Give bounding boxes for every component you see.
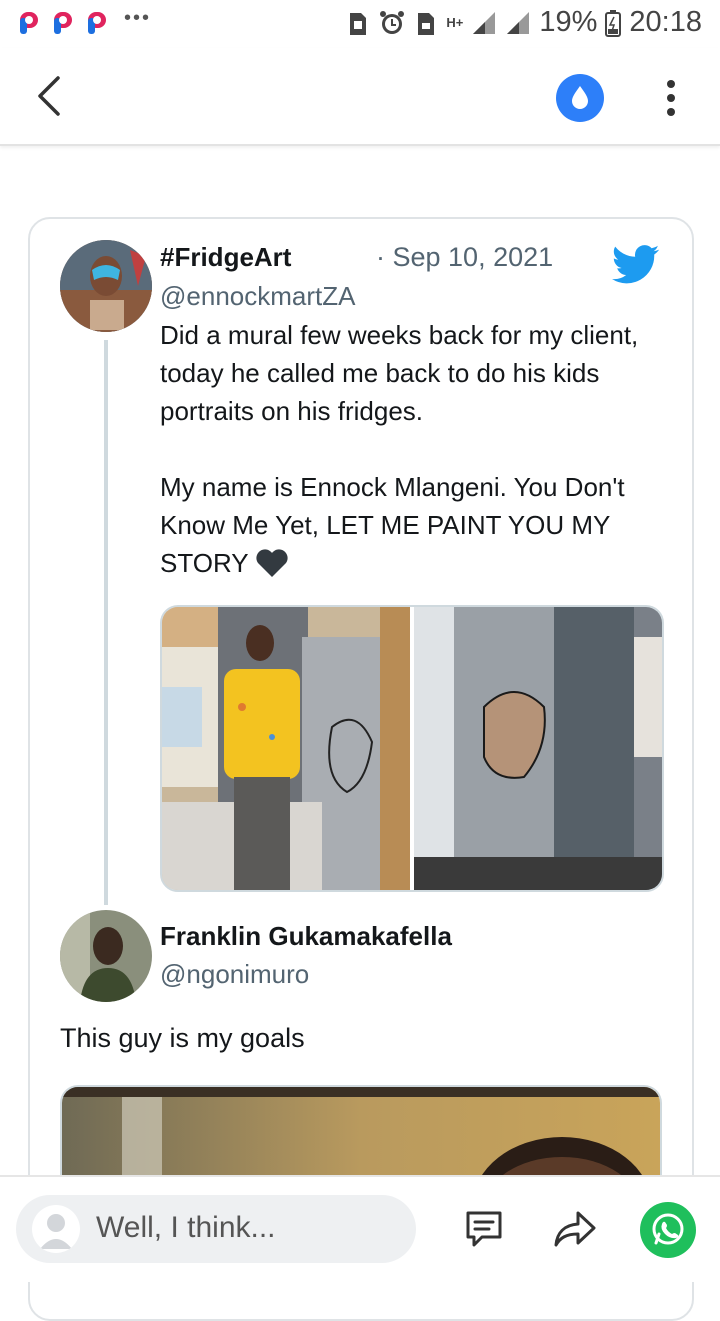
status-bar: ••• H+ 19% 20:18	[0, 0, 720, 48]
comment-input[interactable]: Well, I think...	[16, 1195, 416, 1263]
tweet-photos[interactable]	[160, 605, 664, 892]
notification-icons: •••	[18, 6, 152, 34]
chevron-left-icon	[38, 76, 60, 116]
photo-artist[interactable]	[162, 607, 410, 890]
tweet-date[interactable]: · Sep 10, 2021	[376, 242, 553, 273]
share-icon[interactable]	[552, 1207, 598, 1251]
app-notification-icon	[54, 12, 72, 34]
signal-icon-2	[507, 11, 530, 34]
app-bar	[0, 48, 720, 146]
overflow-menu-button[interactable]	[656, 74, 686, 122]
alarm-icon	[380, 10, 405, 34]
sd-card-icon	[418, 12, 435, 35]
sim-icon	[350, 12, 367, 35]
theme-button[interactable]	[556, 74, 604, 122]
comment-icon[interactable]	[462, 1207, 506, 1251]
reply-author-handle[interactable]: @ngonimuro	[160, 959, 309, 990]
app-notification-icon	[20, 12, 38, 34]
twitter-bird-icon[interactable]	[612, 245, 660, 285]
app-notification-icon	[88, 12, 106, 34]
tweet-body: Did a mural few weeks back for my client…	[160, 320, 639, 578]
reply-author-avatar-image	[60, 910, 152, 1002]
reply-text: This guy is my goals	[60, 1023, 305, 1053]
thread-connector-line	[104, 340, 108, 905]
clock: 20:18	[629, 6, 702, 38]
photo-artist-image	[162, 607, 410, 890]
author-avatar-image	[60, 240, 152, 332]
tweet-text: Did a mural few weeks back for my client…	[160, 316, 670, 582]
comment-placeholder: Well, I think...	[96, 1211, 276, 1244]
battery-percent: 19%	[539, 6, 598, 38]
reply-author-name[interactable]: Franklin Gukamakafella	[160, 921, 452, 952]
photo-fridge-image	[414, 607, 662, 890]
whatsapp-share-button[interactable]	[640, 1202, 696, 1258]
back-button[interactable]	[28, 72, 72, 120]
battery-icon	[605, 9, 622, 37]
author-name[interactable]: #FridgeArt	[160, 242, 291, 273]
author-avatar[interactable]	[60, 240, 152, 332]
black-heart-icon	[256, 549, 288, 577]
more-vert-icon	[667, 80, 675, 116]
reply-author-avatar[interactable]	[60, 910, 152, 1002]
author-handle[interactable]: @ennockmartZA	[160, 281, 355, 312]
system-icons: H+ 19% 20:18	[346, 6, 702, 39]
more-notifications-icon: •••	[124, 6, 152, 29]
network-type: H+	[446, 14, 464, 30]
bottom-action-bar: Well, I think...	[0, 1175, 720, 1282]
user-avatar-icon	[32, 1205, 80, 1253]
photo-fridge[interactable]	[414, 607, 662, 890]
signal-icon	[473, 11, 496, 34]
water-drop-icon	[572, 86, 588, 109]
whatsapp-icon	[652, 1213, 684, 1245]
